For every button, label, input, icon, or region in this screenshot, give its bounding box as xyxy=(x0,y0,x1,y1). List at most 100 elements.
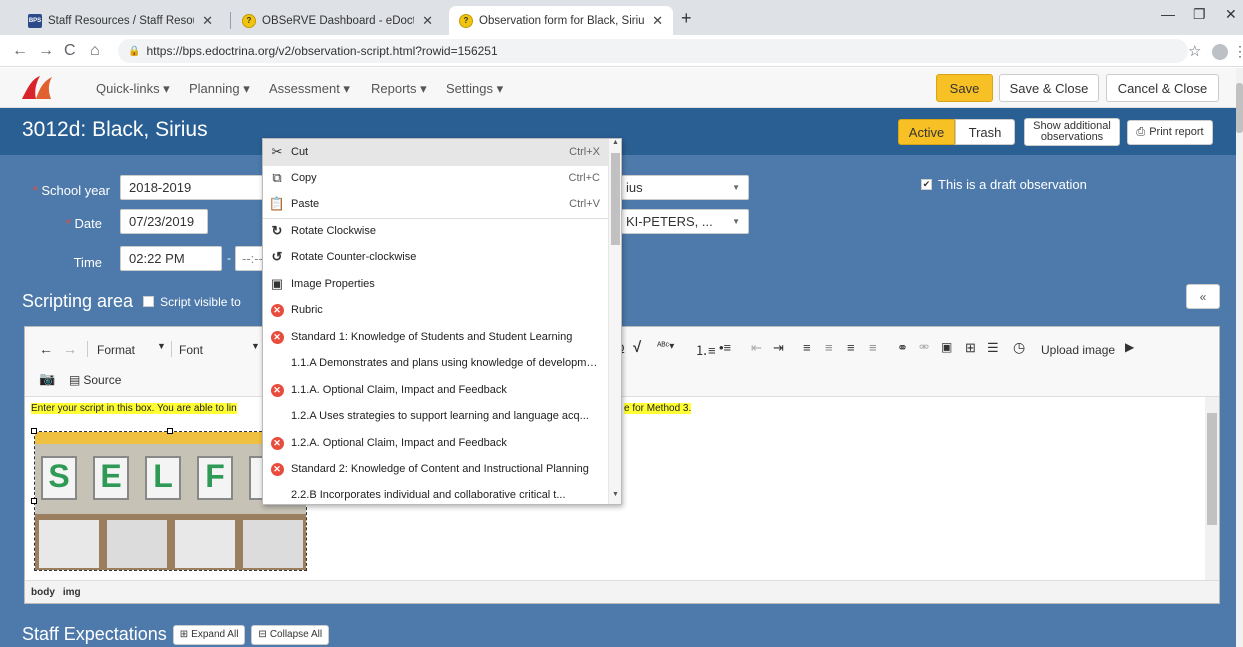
back-icon[interactable]: ← xyxy=(12,42,28,60)
editor-scrollbar[interactable] xyxy=(1205,397,1219,580)
nav-assessment[interactable]: Assessment ▾ xyxy=(269,81,350,97)
observer-select[interactable]: KI-PETERS, ... ▼ xyxy=(621,209,749,234)
browser-tab-staff-resources[interactable]: BPS Staff Resources / Staff Resources ✕ xyxy=(18,6,223,35)
clock-icon[interactable]: ◷ xyxy=(1013,339,1025,356)
horizontal-rule-icon[interactable]: ☰ xyxy=(987,340,999,356)
menu-item-1-2-a-optional[interactable]: ✕ 1.2.A. Optional Claim, Impact and Feed… xyxy=(263,430,608,457)
save-and-close-button[interactable]: Save & Close xyxy=(999,74,1099,102)
scroll-down-icon[interactable]: ▼ xyxy=(612,491,619,498)
forward-icon[interactable]: → xyxy=(38,42,54,60)
spellcheck-icon[interactable]: ᴬᴮᶜ▾ xyxy=(657,341,674,352)
bulleted-list-icon[interactable]: •≡ xyxy=(719,340,731,355)
window-close-icon[interactable]: ✕ xyxy=(1225,6,1237,23)
start-time-field[interactable]: 02:22 PM xyxy=(120,246,222,271)
unlink-icon[interactable]: ⚮ xyxy=(919,340,929,354)
image-icon[interactable]: ▣ xyxy=(941,340,952,354)
draft-checkbox[interactable]: ✔ This is a draft observation xyxy=(921,177,1087,192)
align-center-icon[interactable]: ≡ xyxy=(825,340,833,355)
menu-item-1-1-a[interactable]: 1.1.A Demonstrates and plans using knowl… xyxy=(263,350,608,377)
print-report-button[interactable]: ⎙ Print report xyxy=(1127,120,1213,145)
browser-tab-observe-dashboard[interactable]: ? OBSeRVE Dashboard - eDoctrina ✕ xyxy=(232,6,443,35)
font-dropdown[interactable]: Font xyxy=(179,343,203,357)
menu-item-rotate-counter-clockwise[interactable]: ↺ Rotate Counter-clockwise xyxy=(263,244,608,271)
nav-reports[interactable]: Reports ▾ xyxy=(371,81,427,97)
source-button[interactable]: ▤ Source xyxy=(69,373,121,387)
redo-icon[interactable]: → xyxy=(63,341,77,357)
menu-item-standard-2[interactable]: ✕ Standard 2: Knowledge of Content and I… xyxy=(263,456,608,483)
editor-scrollbar-thumb[interactable] xyxy=(1207,413,1217,525)
collapse-all-button[interactable]: ⊟ Collapse All xyxy=(251,624,330,645)
youtube-icon[interactable]: ▶ xyxy=(1125,340,1134,354)
bookmark-star-icon[interactable]: ☆ xyxy=(1188,42,1201,60)
menu-item-rubric[interactable]: ✕ Rubric xyxy=(263,297,608,324)
restore-icon[interactable]: ❐ xyxy=(1193,6,1206,23)
menu-scrollbar[interactable]: ▲ ▼ xyxy=(608,139,621,504)
collapse-panel-button[interactable]: « xyxy=(1186,284,1220,309)
menu-item-copy[interactable]: ⧉ Copy Ctrl+C xyxy=(263,165,608,192)
teacher-select[interactable]: ius ▼ xyxy=(621,175,749,200)
editor-path-bar: body img xyxy=(25,580,1219,603)
format-dropdown[interactable]: Format xyxy=(97,343,135,357)
path-item-img[interactable]: img xyxy=(63,587,81,598)
menu-item-standard-1[interactable]: ✕ Standard 1: Knowledge of Students and … xyxy=(263,324,608,351)
script-visible-checkbox[interactable]: Script visible to xyxy=(143,295,241,309)
menu-item-1-1-a-optional[interactable]: ✕ 1.1.A. Optional Claim, Impact and Feed… xyxy=(263,377,608,404)
browser-menu-icon[interactable]: ⋮ xyxy=(1233,43,1243,60)
school-year-field[interactable]: 2018-2019 xyxy=(120,175,270,200)
photo-poster xyxy=(175,520,235,568)
edoctrina-logo-icon[interactable] xyxy=(18,73,56,103)
checkbox-checked-icon[interactable]: ✔ xyxy=(921,179,932,190)
url-field[interactable]: 🔒 https://bps.edoctrina.org/v2/observati… xyxy=(118,39,1188,63)
trash-toggle-button[interactable]: Trash xyxy=(955,119,1015,145)
camera-icon[interactable]: 📷 xyxy=(39,371,55,387)
new-tab-icon[interactable]: + xyxy=(681,8,692,29)
resize-handle[interactable] xyxy=(167,428,173,434)
reload-icon[interactable]: C xyxy=(64,42,76,60)
menu-item-cut[interactable]: ✂ Cut Ctrl+X xyxy=(263,139,608,166)
date-field[interactable]: 07/23/2019 xyxy=(120,209,208,234)
end-time-field[interactable]: --:-- xyxy=(235,246,265,271)
menu-item-1-2-a[interactable]: 1.2.A Uses strategies to support learnin… xyxy=(263,403,608,430)
align-right-icon[interactable]: ≡ xyxy=(847,340,855,355)
close-tab-icon[interactable]: ✕ xyxy=(422,13,433,29)
close-tab-icon[interactable]: ✕ xyxy=(202,13,213,29)
rotate-cw-icon: ↻ xyxy=(271,223,283,239)
table-icon[interactable]: ⊞ xyxy=(965,340,976,356)
indent-icon[interactable]: ⇥ xyxy=(773,340,784,356)
menu-scrollbar-thumb[interactable] xyxy=(611,153,620,245)
page-scrollbar[interactable] xyxy=(1236,68,1243,647)
outdent-icon[interactable]: ⇤ xyxy=(751,340,762,356)
minimize-icon[interactable]: — xyxy=(1161,6,1175,22)
cancel-and-close-button[interactable]: Cancel & Close xyxy=(1106,74,1219,102)
expand-all-button[interactable]: ⊞ Expand All xyxy=(172,624,246,645)
resize-handle[interactable] xyxy=(31,498,37,504)
resize-handle[interactable] xyxy=(31,428,37,434)
align-left-icon[interactable]: ≡ xyxy=(803,340,811,355)
chevron-down-icon[interactable]: ▼ xyxy=(157,341,166,351)
numbered-list-icon[interactable]: ⒈≡ xyxy=(695,340,716,359)
active-toggle-button[interactable]: Active xyxy=(898,119,955,145)
home-icon[interactable]: ⌂ xyxy=(90,42,100,60)
nav-settings[interactable]: Settings ▾ xyxy=(446,81,503,97)
page-scrollbar-thumb[interactable] xyxy=(1236,83,1243,133)
justify-icon[interactable]: ≡ xyxy=(869,340,877,355)
show-additional-observations-button[interactable]: Show additional observations xyxy=(1024,118,1120,146)
menu-item-2-2-b[interactable]: 2.2.B Incorporates individual and collab… xyxy=(263,482,608,504)
link-icon[interactable]: ⚭ xyxy=(897,340,908,356)
close-tab-icon[interactable]: ✕ xyxy=(652,13,663,29)
checkbox-unchecked-icon[interactable] xyxy=(143,296,155,307)
scroll-up-icon[interactable]: ▲ xyxy=(612,139,619,146)
profile-avatar-icon[interactable] xyxy=(1212,44,1228,60)
menu-item-image-properties[interactable]: ▣ Image Properties xyxy=(263,271,608,298)
save-button[interactable]: Save xyxy=(936,74,993,102)
menu-item-rotate-clockwise[interactable]: ↻ Rotate Clockwise xyxy=(263,218,608,245)
checkmark-icon[interactable]: √ xyxy=(633,339,641,356)
path-item-body[interactable]: body xyxy=(31,587,55,598)
nav-quick-links[interactable]: Quick-links ▾ xyxy=(96,81,170,97)
chevron-down-icon[interactable]: ▼ xyxy=(251,341,260,351)
menu-item-paste[interactable]: 📋 Paste Ctrl+V xyxy=(263,191,608,218)
undo-icon[interactable]: ← xyxy=(39,341,53,357)
browser-tab-observation-form[interactable]: ? Observation form for Black, Sirius ✕ xyxy=(449,6,673,35)
nav-planning[interactable]: Planning ▾ xyxy=(189,81,250,97)
upload-image-button[interactable]: Upload image xyxy=(1041,343,1115,357)
